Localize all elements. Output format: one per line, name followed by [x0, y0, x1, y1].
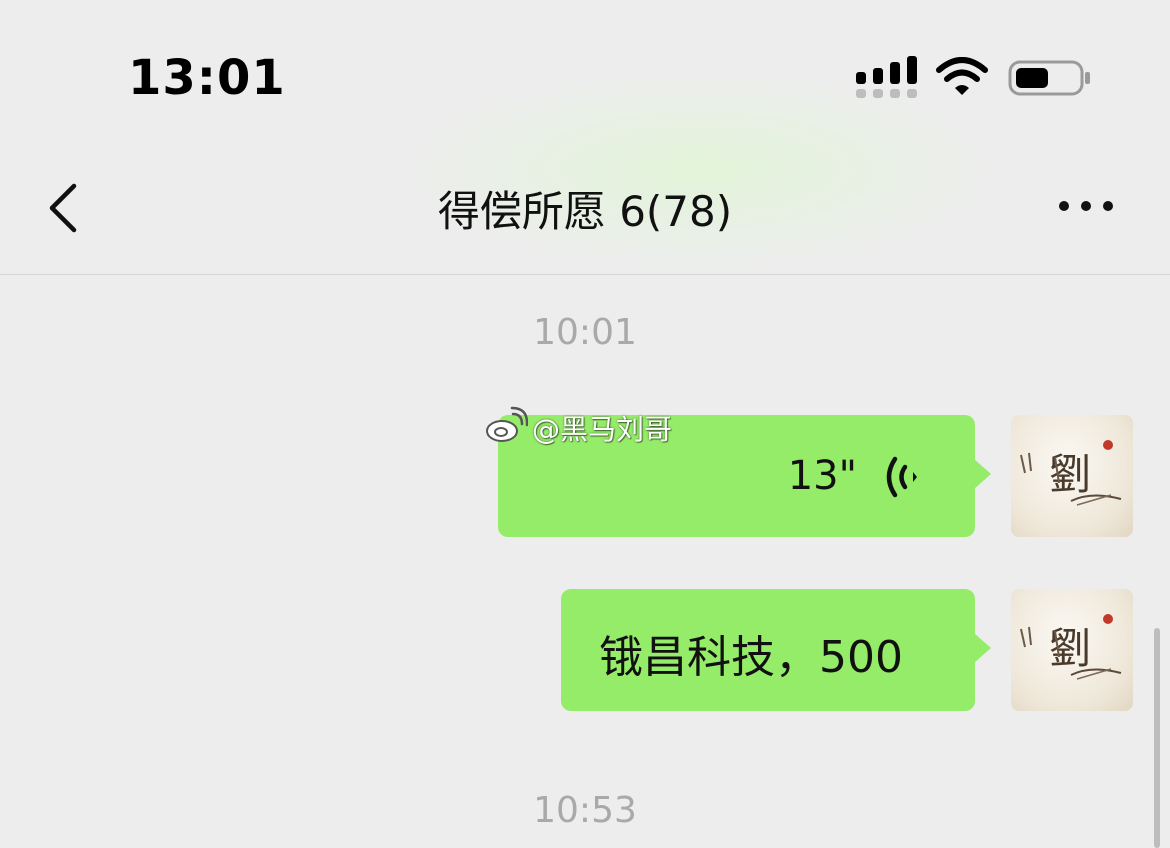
status-time: 13:01: [128, 50, 286, 106]
bubble-tail: [974, 459, 991, 489]
weibo-icon: [486, 406, 528, 442]
avatar-calligraphy-image: 劉: [1020, 614, 1122, 680]
battery-icon: [1008, 60, 1090, 96]
avatar[interactable]: 劉: [1011, 415, 1133, 537]
message-timestamp: 10:01: [533, 312, 637, 353]
chat-header: 得偿所愿 6(78): [0, 140, 1170, 275]
voice-duration: 13": [787, 453, 857, 499]
voice-wave-icon: [886, 456, 917, 498]
message-text: 锇昌科技，500: [599, 632, 903, 683]
scrollbar[interactable]: [1154, 628, 1160, 848]
avatar[interactable]: 劉: [1011, 589, 1133, 711]
avatar-calligraphy-image: 劉: [1020, 440, 1122, 506]
more-dots-icon[interactable]: [1056, 196, 1116, 216]
chat-title: 得偿所愿 6(78): [437, 187, 733, 236]
message-timestamp: 10:53: [533, 790, 637, 831]
watermark-text: @黑马刘哥: [532, 413, 673, 446]
bubble-tail: [974, 633, 991, 663]
status-bar: 13:01: [0, 0, 1170, 140]
text-message-bubble[interactable]: 锇昌科技，500: [561, 589, 991, 711]
cellular-signal-icon: [856, 56, 917, 98]
wifi-icon: [936, 57, 988, 95]
